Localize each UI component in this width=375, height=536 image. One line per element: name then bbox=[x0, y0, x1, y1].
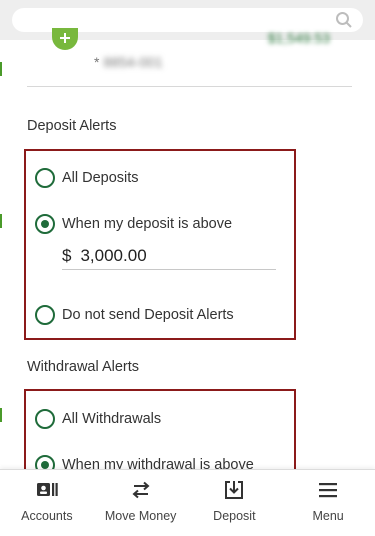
nav-menu[interactable]: Menu bbox=[281, 470, 375, 536]
nav-move-money[interactable]: Move Money bbox=[94, 470, 188, 536]
nav-label: Move Money bbox=[104, 509, 177, 523]
deposit-amount-field[interactable]: $ 3,000.00 bbox=[62, 243, 276, 270]
account-balance: $1,549.53 bbox=[267, 30, 330, 46]
account-number: * 8854-001 bbox=[94, 54, 163, 70]
withdrawal-alerts-title: Withdrawal Alerts bbox=[27, 359, 140, 375]
radio-all-deposits[interactable]: All Deposits bbox=[35, 167, 139, 189]
deposit-alerts-title: Deposit Alerts bbox=[27, 118, 117, 134]
radio-button-checked[interactable] bbox=[35, 214, 55, 234]
account-number-prefix: * bbox=[94, 54, 100, 70]
search-icon[interactable] bbox=[335, 11, 353, 29]
transfer-arrows-icon bbox=[132, 481, 150, 499]
nav-label: Accounts bbox=[21, 509, 73, 523]
radio-label: Do not send Deposit Alerts bbox=[62, 307, 234, 323]
radio-all-withdrawals[interactable]: All Withdrawals bbox=[35, 408, 161, 430]
left-edge-accent bbox=[0, 408, 2, 422]
deposit-amount-value[interactable]: 3,000.00 bbox=[80, 246, 146, 266]
nav-label: Menu bbox=[312, 509, 344, 523]
deposit-icon bbox=[225, 481, 244, 499]
menu-icon bbox=[319, 483, 338, 498]
account-badge bbox=[52, 28, 78, 50]
accounts-icon bbox=[36, 483, 58, 496]
currency-symbol: $ bbox=[62, 246, 72, 265]
radio-button[interactable] bbox=[35, 168, 55, 188]
nav-label: Deposit bbox=[213, 509, 256, 523]
bottom-nav: Accounts Move Money Deposit Menu bbox=[0, 469, 375, 536]
left-edge-accent bbox=[0, 62, 2, 76]
deposit-alerts-box: All Deposits When my deposit is above $ … bbox=[24, 149, 296, 340]
nav-deposit[interactable]: Deposit bbox=[188, 470, 282, 536]
plus-icon bbox=[60, 33, 70, 43]
section-divider bbox=[27, 86, 352, 87]
radio-label: When my deposit is above bbox=[62, 216, 233, 232]
nav-accounts[interactable]: Accounts bbox=[0, 470, 94, 536]
radio-deposit-above[interactable]: When my deposit is above bbox=[35, 213, 232, 235]
radio-no-deposit-alerts[interactable]: Do not send Deposit Alerts bbox=[35, 304, 234, 326]
radio-button[interactable] bbox=[35, 305, 55, 325]
radio-label: All Withdrawals bbox=[62, 411, 162, 427]
radio-label: All Deposits bbox=[62, 170, 139, 186]
account-number-masked: 8854-001 bbox=[103, 54, 163, 70]
left-edge-accent bbox=[0, 214, 2, 228]
radio-button[interactable] bbox=[35, 409, 55, 429]
